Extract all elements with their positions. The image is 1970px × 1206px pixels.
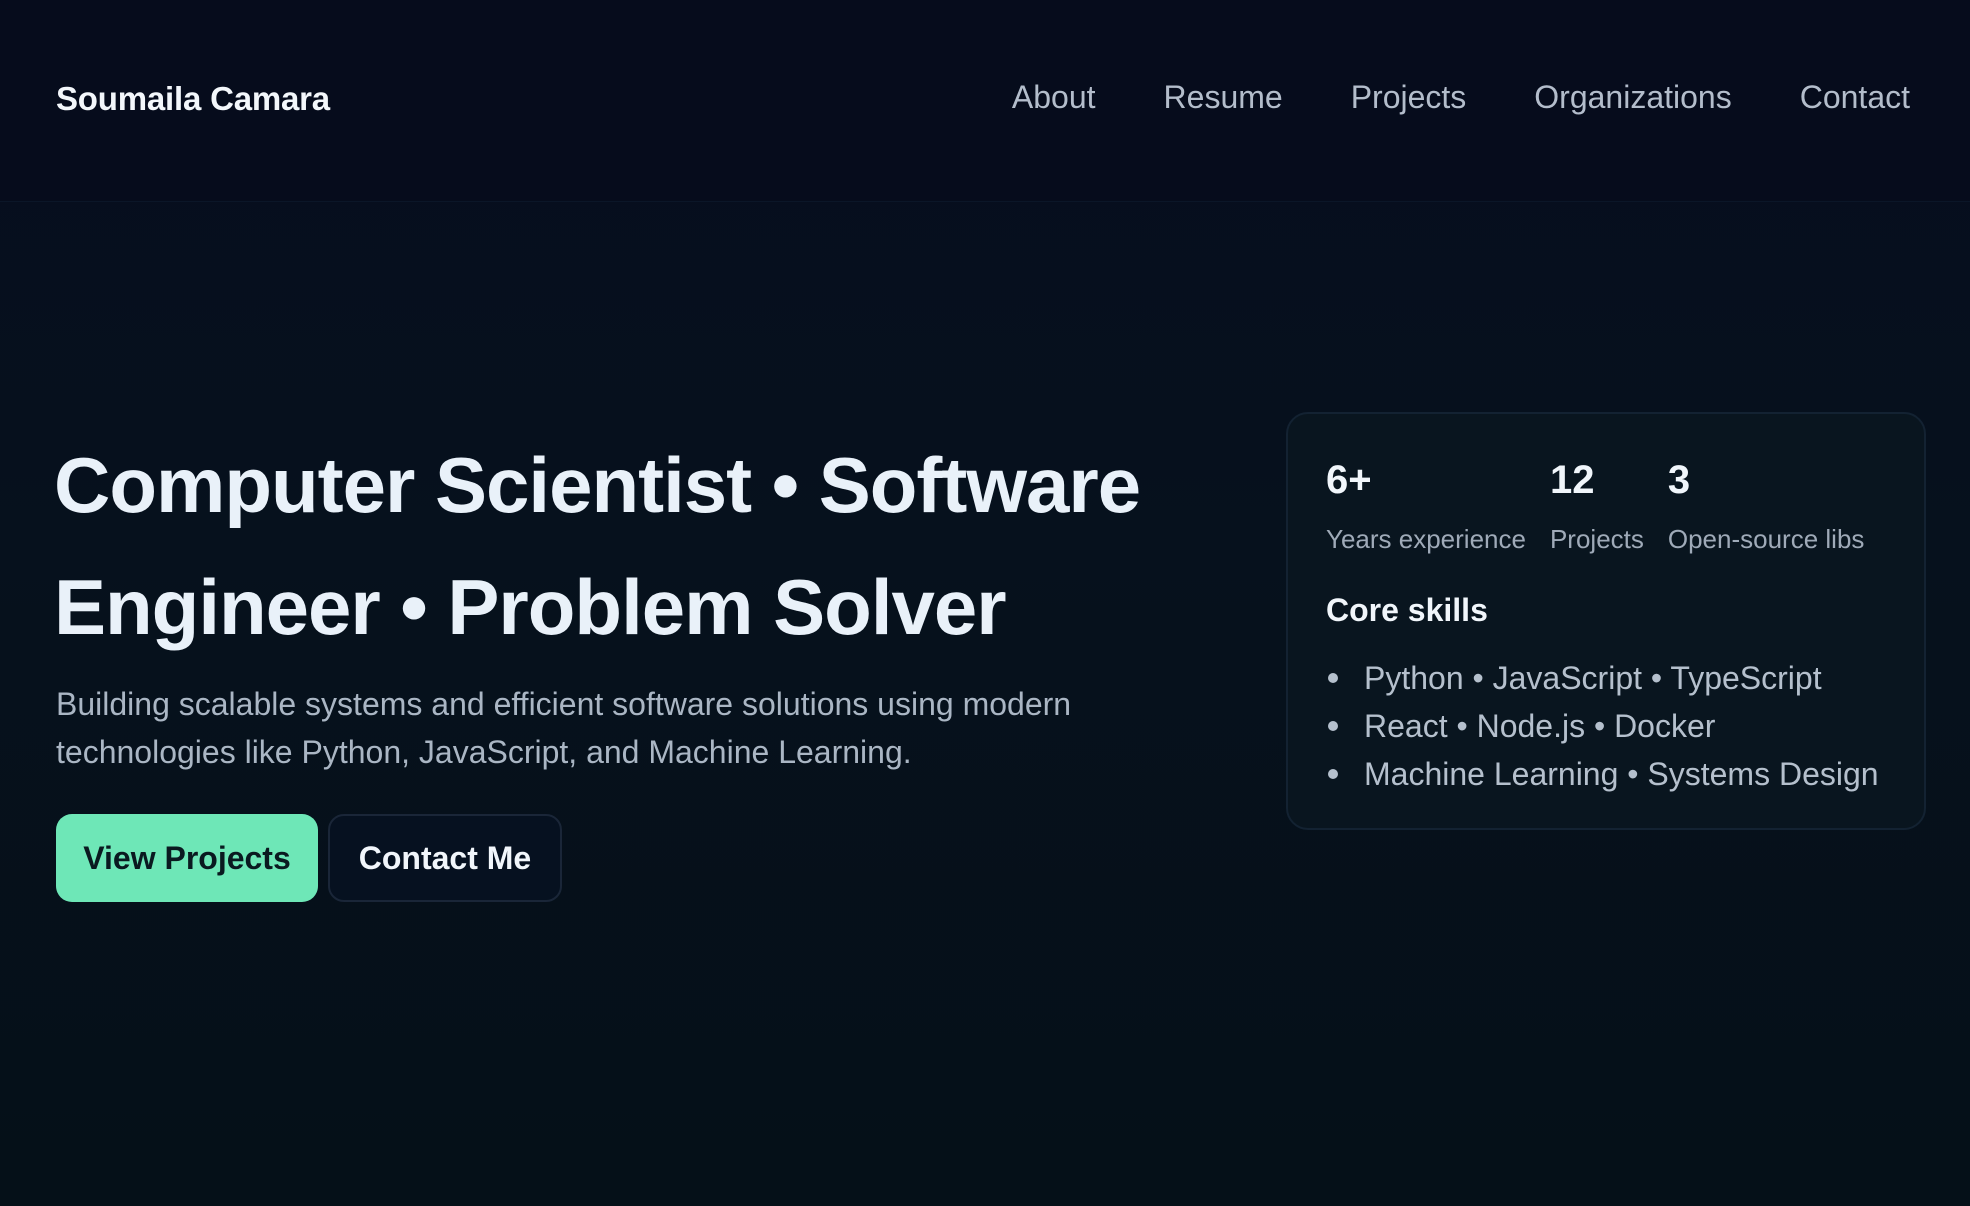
brand-name[interactable]: Soumaila Camara <box>56 80 330 118</box>
bullet-icon <box>1328 769 1338 779</box>
main-nav: About Resume Projects Organizations Cont… <box>944 79 1910 116</box>
list-item: React • Node.js • Docker <box>1326 702 1879 750</box>
list-item: Python • JavaScript • TypeScript <box>1326 654 1879 702</box>
stat-value: 3 <box>1667 458 1691 502</box>
stats-row: 6+ Years experience 12 Projects 3 Open-s… <box>1326 458 1888 555</box>
skill-text: Machine Learning • Systems Design <box>1364 756 1879 792</box>
skill-text: React • Node.js • Docker <box>1364 708 1716 744</box>
nav-contact[interactable]: Contact <box>1800 79 1910 116</box>
stat-label: Projects <box>1549 524 1644 554</box>
view-projects-button[interactable]: View Projects <box>56 814 318 902</box>
nav-about[interactable]: About <box>1012 79 1096 116</box>
stat-experience: 6+ Years experience <box>1326 458 1526 555</box>
skills-title: Core skills <box>1326 592 1488 628</box>
stat-open-source: 3 Open-source libs <box>1668 458 1865 555</box>
nav-organizations[interactable]: Organizations <box>1534 79 1731 116</box>
skills-list: Python • JavaScript • TypeScript React •… <box>1326 654 1879 798</box>
stat-value: 6+ <box>1326 458 1372 502</box>
skill-text: Python • JavaScript • TypeScript <box>1364 660 1822 696</box>
bullet-icon <box>1328 721 1338 731</box>
stat-value: 12 <box>1549 458 1595 502</box>
contact-me-button[interactable]: Contact Me <box>328 814 562 902</box>
hero-actions: View Projects Contact Me <box>56 814 562 902</box>
list-item: Machine Learning • Systems Design <box>1326 750 1879 798</box>
stat-label: Open-source libs <box>1667 524 1865 554</box>
bullet-icon <box>1328 673 1338 683</box>
hero-subtitle: Building scalable systems and efficient … <box>56 686 1072 770</box>
site-header: Soumaila Camara About Resume Projects Or… <box>0 0 1970 202</box>
stat-projects: 12 Projects <box>1550 458 1644 555</box>
hero-title: Computer Scientist • Software Engineer •… <box>54 441 1141 651</box>
stat-label: Years experience <box>1326 524 1526 554</box>
nav-projects[interactable]: Projects <box>1351 79 1467 116</box>
summary-card: 6+ Years experience 12 Projects 3 Open-s… <box>1286 412 1926 830</box>
nav-resume[interactable]: Resume <box>1164 79 1283 116</box>
